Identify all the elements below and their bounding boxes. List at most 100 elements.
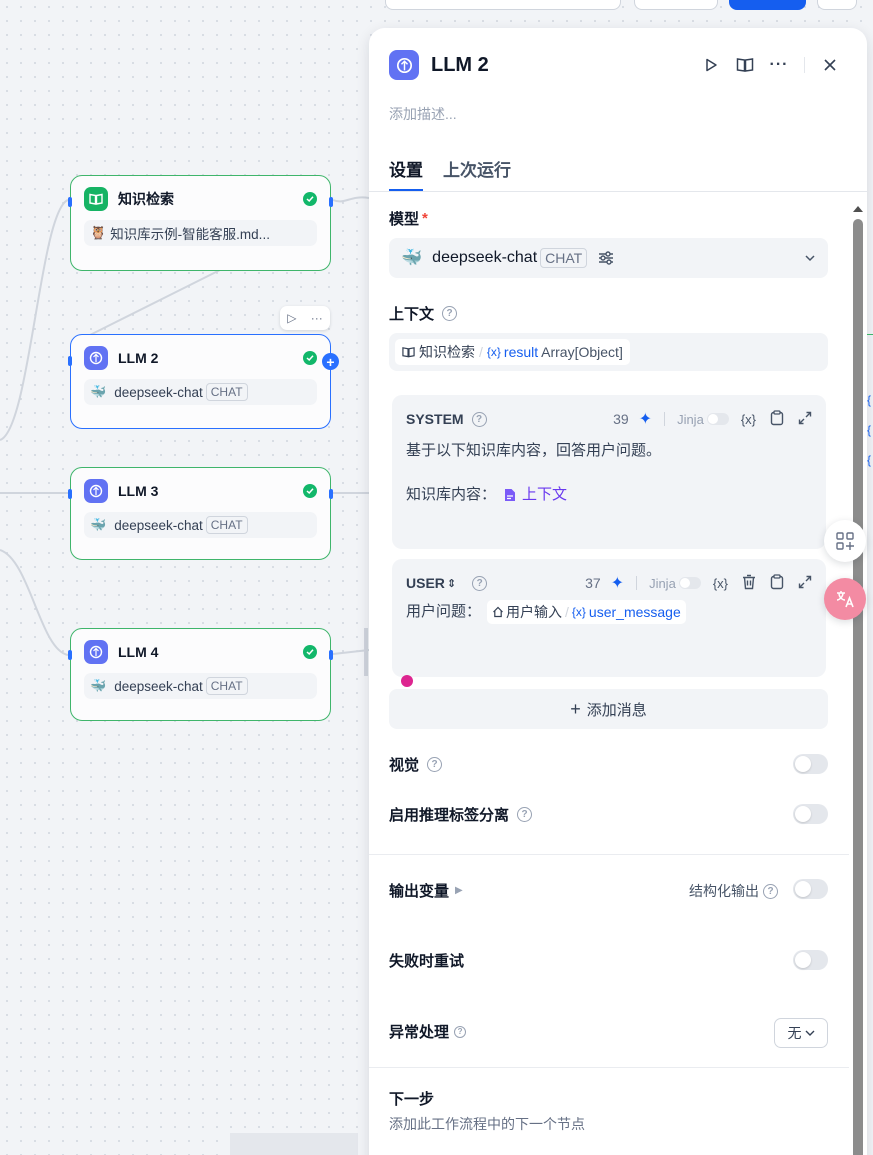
trash-icon[interactable]: [742, 574, 756, 593]
model-chip: CHAT: [205, 677, 248, 695]
file-icon: [505, 489, 516, 501]
ai-generate-sparkle-icon[interactable]: ✦: [611, 573, 624, 593]
help-icon[interactable]: ?: [471, 411, 487, 427]
input-handle[interactable]: [68, 650, 72, 660]
output-handle[interactable]: [329, 489, 333, 499]
run-icon[interactable]: [694, 57, 728, 73]
description-input[interactable]: 添加描述...: [389, 104, 457, 124]
node-title: LLM 4: [118, 644, 159, 660]
scrollbar[interactable]: [853, 202, 863, 1155]
chevron-down-icon[interactable]: [804, 254, 816, 262]
node-llm-2[interactable]: LLM 2 🐳 deepseek-chat CHAT +: [68, 334, 339, 429]
context-tag[interactable]: 上下文: [504, 484, 567, 506]
retry-label-text: 失败时重试: [389, 953, 465, 970]
variable-source: 用户输入: [506, 604, 563, 620]
close-icon[interactable]: [813, 58, 847, 72]
context-label: 上下文 ?: [389, 303, 458, 324]
divider: [664, 412, 666, 426]
node-settings-panel: LLM 2 ··· 添加描述... 设置 上次运行 模型 * 🐳 deepsee…: [369, 28, 867, 1155]
vision-label: 视觉 ?: [389, 754, 443, 775]
node-body: 🐳 deepseek-chat CHAT: [84, 379, 317, 405]
whale-icon: 🐳: [90, 517, 107, 532]
help-icon[interactable]: ?: [472, 575, 488, 591]
tab-settings[interactable]: 设置: [389, 156, 423, 191]
error-handling-select[interactable]: 无: [774, 1018, 828, 1048]
model-selector[interactable]: 🐳 deepseek-chat CHAT: [389, 238, 828, 278]
help-icon[interactable]: ?: [763, 883, 778, 899]
jinja-toggle[interactable]: Jinja: [677, 412, 729, 427]
user-prompt-block[interactable]: USER ⇕ ? 37 ✦ Jinja {x} 用户问题： 用户输入 / {x} …: [392, 559, 826, 677]
more-icon[interactable]: ···: [311, 311, 323, 325]
expand-icon[interactable]: [798, 575, 812, 592]
jinja-switch[interactable]: [678, 577, 701, 589]
retry-toggle[interactable]: [793, 950, 828, 970]
jinja-toggle[interactable]: Jinja: [649, 576, 701, 591]
output-handle[interactable]: [329, 197, 333, 207]
plus-icon: +: [570, 698, 581, 719]
structured-output-toggle[interactable]: [793, 879, 828, 899]
ai-generate-sparkle-icon[interactable]: ✦: [639, 409, 652, 429]
node-knowledge-retrieval[interactable]: 知识检索 🦉 知识库示例-智能客服.md...: [68, 175, 333, 271]
more-icon[interactable]: ···: [762, 56, 796, 74]
vision-label-text: 视觉: [389, 757, 420, 774]
success-check-icon: [303, 351, 317, 365]
llm-icon: [84, 479, 108, 503]
required-mark: *: [422, 210, 428, 227]
variable-icon: {x}: [571, 605, 586, 619]
model-chip: CHAT: [540, 248, 588, 268]
resize-handle[interactable]: [401, 675, 413, 687]
model-params-icon[interactable]: [597, 250, 615, 266]
node-body: 🐳 deepseek-chat CHAT: [84, 512, 317, 538]
input-handle[interactable]: [68, 356, 72, 366]
user-input-variable-pill[interactable]: 用户输入 / {x} user_message: [487, 600, 686, 624]
reasoning-toggle[interactable]: [793, 804, 828, 824]
grid-plus-icon: [836, 532, 854, 550]
help-icon[interactable]: ?: [454, 1025, 467, 1038]
system-prompt-line: 知识库内容：: [406, 486, 497, 503]
input-handle[interactable]: [68, 489, 72, 499]
vision-toggle[interactable]: [793, 754, 828, 774]
add-message-label: 添加消息: [586, 701, 647, 719]
insert-variable-icon[interactable]: {x}: [713, 576, 728, 591]
scrollbar-thumb[interactable]: [853, 219, 863, 1155]
divider: [636, 576, 638, 590]
add-next-icon[interactable]: +: [322, 353, 339, 370]
expand-icon[interactable]: [798, 411, 812, 428]
translate-icon: [836, 591, 854, 608]
jinja-label: Jinja: [649, 575, 676, 591]
docs-book-icon[interactable]: [728, 57, 762, 73]
success-check-icon: [303, 192, 317, 206]
error-label-text: 异常处理: [389, 1024, 450, 1041]
scroll-up-icon[interactable]: [853, 206, 863, 212]
output-variables-label[interactable]: 输出变量 ▶: [389, 880, 463, 901]
token-count: 37: [585, 575, 601, 591]
copy-icon[interactable]: [770, 573, 784, 593]
system-prompt-block[interactable]: SYSTEM ? 39 ✦ Jinja {x} 基于以下知识库内容，回答用户问题…: [392, 395, 826, 549]
help-icon[interactable]: ?: [427, 757, 443, 772]
context-selector[interactable]: 知识检索 / {x} result Array[Object]: [389, 333, 828, 371]
jinja-switch[interactable]: [706, 413, 729, 425]
translate-button[interactable]: [824, 578, 866, 620]
node-model-name: deepseek-chat: [114, 384, 203, 400]
model-label-text: 模型: [389, 211, 420, 228]
output-handle[interactable]: [329, 650, 333, 660]
jinja-label: Jinja: [677, 411, 704, 427]
context-variable-pill[interactable]: 知识检索 / {x} result Array[Object]: [395, 339, 630, 365]
copy-icon[interactable]: [770, 409, 784, 429]
llm-icon: [84, 640, 108, 664]
tab-last-run[interactable]: 上次运行: [443, 156, 511, 191]
panel-title[interactable]: LLM 2: [431, 54, 694, 77]
role-selector[interactable]: USER ⇕: [406, 575, 456, 591]
node-toolbar: ▷ ···: [280, 306, 330, 330]
apps-grid-button[interactable]: [824, 520, 866, 562]
whale-icon: 🐳: [401, 248, 423, 267]
help-icon[interactable]: ?: [517, 807, 533, 822]
help-icon[interactable]: ?: [442, 306, 458, 321]
node-llm-3[interactable]: LLM 3 🐳 deepseek-chat CHAT: [68, 467, 333, 560]
input-handle[interactable]: [68, 197, 72, 207]
svg-text:{: {: [867, 393, 871, 407]
run-icon[interactable]: ▷: [287, 311, 296, 325]
add-message-button[interactable]: + 添加消息: [389, 689, 828, 729]
node-llm-4[interactable]: LLM 4 🐳 deepseek-chat CHAT: [68, 628, 333, 721]
insert-variable-icon[interactable]: {x}: [741, 412, 756, 427]
